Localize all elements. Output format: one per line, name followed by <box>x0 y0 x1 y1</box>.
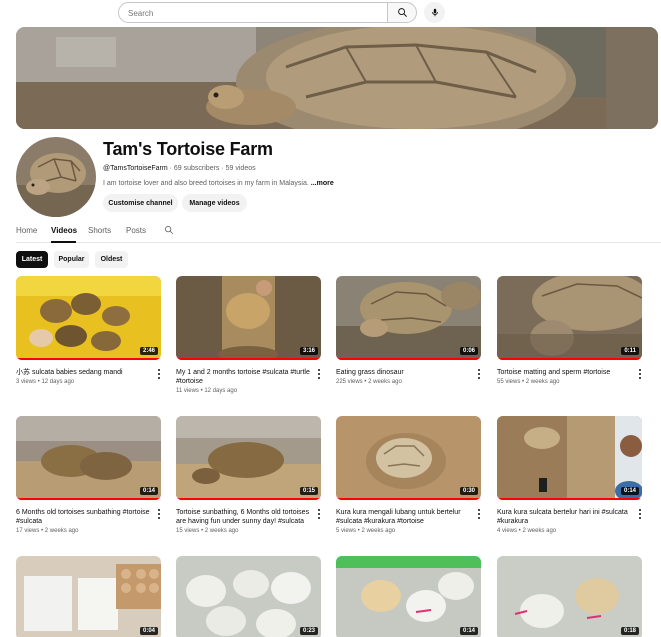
tab-posts[interactable]: Posts <box>126 226 146 235</box>
video-duration: 0:18 <box>620 627 639 635</box>
video-thumbnail[interactable]: 0:30 <box>336 416 481 500</box>
video-card[interactable]: 0:23 <box>176 556 321 637</box>
video-duration: 3:16 <box>299 347 318 355</box>
video-duration: 0:11 <box>621 347 639 355</box>
watch-progress-bar <box>336 498 481 500</box>
video-duration: 0:30 <box>459 487 478 495</box>
video-meta: 5 views • 2 weeks ago <box>336 528 396 534</box>
manage-videos-button[interactable]: Manage videos <box>182 194 247 212</box>
search-input[interactable] <box>119 4 369 23</box>
more-actions-icon[interactable] <box>315 508 323 520</box>
video-meta: 11 views • 12 days ago <box>176 388 238 394</box>
watch-progress-bar <box>176 358 321 360</box>
video-title[interactable]: Kura kura sulcata bertelur hari ini #sul… <box>497 508 632 526</box>
video-duration: 0:23 <box>299 627 318 635</box>
tab-shorts[interactable]: Shorts <box>88 226 111 235</box>
watch-progress-bar <box>176 498 321 500</box>
video-title[interactable]: Tortoise sunbathing, 6 Months old tortoi… <box>176 508 311 526</box>
more-actions-icon[interactable] <box>315 368 323 380</box>
video-meta: 15 views • 2 weeks ago <box>176 528 239 534</box>
more-actions-icon[interactable] <box>475 368 483 380</box>
video-thumbnail[interactable]: 0:11 <box>497 276 642 360</box>
video-meta: 4 views • 2 weeks ago <box>497 528 557 534</box>
channel-description-text: I am tortoise lover and also breed torto… <box>103 180 309 187</box>
video-card[interactable]: 0:14 6 Months old tortoises sunbathing #… <box>16 416 161 534</box>
video-duration: 0:14 <box>620 487 639 495</box>
video-thumbnail[interactable]: 0:18 <box>497 556 642 637</box>
video-title[interactable]: Tortoise matting and sperm #tortoise <box>497 368 632 377</box>
video-thumbnail[interactable]: 0:14 <box>497 416 642 500</box>
video-card[interactable]: 0:04 <box>16 556 161 637</box>
video-card[interactable]: 0:14 <box>336 556 481 637</box>
video-card[interactable]: 0:30 Kura kura mengali lubang untuk bert… <box>336 416 481 534</box>
chip-popular[interactable]: Popular <box>54 251 89 268</box>
channel-avatar <box>16 137 96 217</box>
video-thumbnail[interactable]: 0:15 <box>176 416 321 500</box>
video-thumbnail[interactable]: 2:46 <box>16 276 161 360</box>
tab-home[interactable]: Home <box>16 226 37 235</box>
video-thumbnail[interactable]: 0:23 <box>176 556 321 637</box>
watch-progress-bar <box>16 358 161 360</box>
video-thumbnail[interactable]: 3:16 <box>176 276 321 360</box>
video-thumbnail[interactable]: 0:14 <box>336 556 481 637</box>
more-link[interactable]: ...more <box>311 180 334 187</box>
top-bar <box>0 0 661 26</box>
video-duration: 0:04 <box>139 627 158 635</box>
channel-tabs: Home Videos Shorts Posts <box>16 222 661 243</box>
video-title[interactable]: Eating grass dinosaur <box>336 368 471 377</box>
more-actions-icon[interactable] <box>636 508 644 520</box>
video-duration: 0:06 <box>459 347 478 355</box>
tab-videos[interactable]: Videos <box>51 226 77 235</box>
video-duration: 0:15 <box>299 487 318 495</box>
video-card[interactable]: 3:16 My 1 and 2 months tortoise #sulcata… <box>176 276 321 394</box>
channel-stats: · 69 subscribers · 59 videos <box>167 165 256 172</box>
search-icon[interactable] <box>164 225 174 235</box>
video-card[interactable]: 0:18 <box>497 556 642 637</box>
video-card[interactable]: 0:06 Eating grass dinosaur 225 views • 2… <box>336 276 481 385</box>
more-actions-icon[interactable] <box>155 508 163 520</box>
channel-description[interactable]: I am tortoise lover and also breed torto… <box>103 180 334 187</box>
video-title[interactable]: 6 Months old tortoises sunbathing #torto… <box>16 508 151 526</box>
more-actions-icon[interactable] <box>636 368 644 380</box>
mic-icon <box>431 8 438 17</box>
video-card[interactable]: 0:11 Tortoise matting and sperm #tortois… <box>497 276 642 385</box>
chip-oldest[interactable]: Oldest <box>95 251 128 268</box>
video-thumbnail[interactable]: 0:06 <box>336 276 481 360</box>
active-tab-indicator <box>51 241 76 243</box>
video-meta: 3 views • 12 days ago <box>16 379 75 385</box>
channel-meta: @TamsTortoiseFarm · 69 subscribers · 59 … <box>103 165 256 172</box>
watch-progress-bar <box>497 358 642 360</box>
video-card[interactable]: 0:15 Tortoise sunbathing, 6 Months old t… <box>176 416 321 534</box>
video-title[interactable]: Kura kura mengali lubang untuk bertelur … <box>336 508 471 526</box>
voice-search-button[interactable] <box>424 2 445 23</box>
video-card[interactable]: 0:14 Kura kura sulcata bertelur hari ini… <box>497 416 642 534</box>
video-duration: 0:14 <box>139 487 158 495</box>
watch-progress-bar <box>497 498 642 500</box>
chip-latest[interactable]: Latest <box>16 251 48 268</box>
more-actions-icon[interactable] <box>155 368 163 380</box>
video-duration: 2:46 <box>139 347 158 355</box>
video-thumbnail[interactable]: 0:14 <box>16 416 161 500</box>
video-meta: 55 views • 2 weeks ago <box>497 379 560 385</box>
channel-banner <box>16 27 658 129</box>
video-duration: 0:14 <box>459 627 478 635</box>
search-button[interactable] <box>387 2 417 23</box>
search-box[interactable] <box>118 2 388 23</box>
more-actions-icon[interactable] <box>475 508 483 520</box>
video-card[interactable]: 2:46 小苏 sulcata babies sedang mandi 3 vi… <box>16 276 161 385</box>
watch-progress-bar <box>336 358 481 360</box>
video-meta: 225 views • 2 weeks ago <box>336 379 402 385</box>
video-title[interactable]: My 1 and 2 months tortoise #sulcata #tur… <box>176 368 311 386</box>
search-icon <box>397 8 407 17</box>
video-thumbnail[interactable]: 0:04 <box>16 556 161 637</box>
channel-handle: @TamsTortoiseFarm <box>103 165 168 172</box>
customise-channel-button[interactable]: Customise channel <box>103 194 178 212</box>
channel-name: Tam's Tortoise Farm <box>103 139 273 159</box>
watch-progress-bar <box>16 498 161 500</box>
video-meta: 17 views • 2 weeks ago <box>16 528 79 534</box>
video-title[interactable]: 小苏 sulcata babies sedang mandi <box>16 368 151 377</box>
